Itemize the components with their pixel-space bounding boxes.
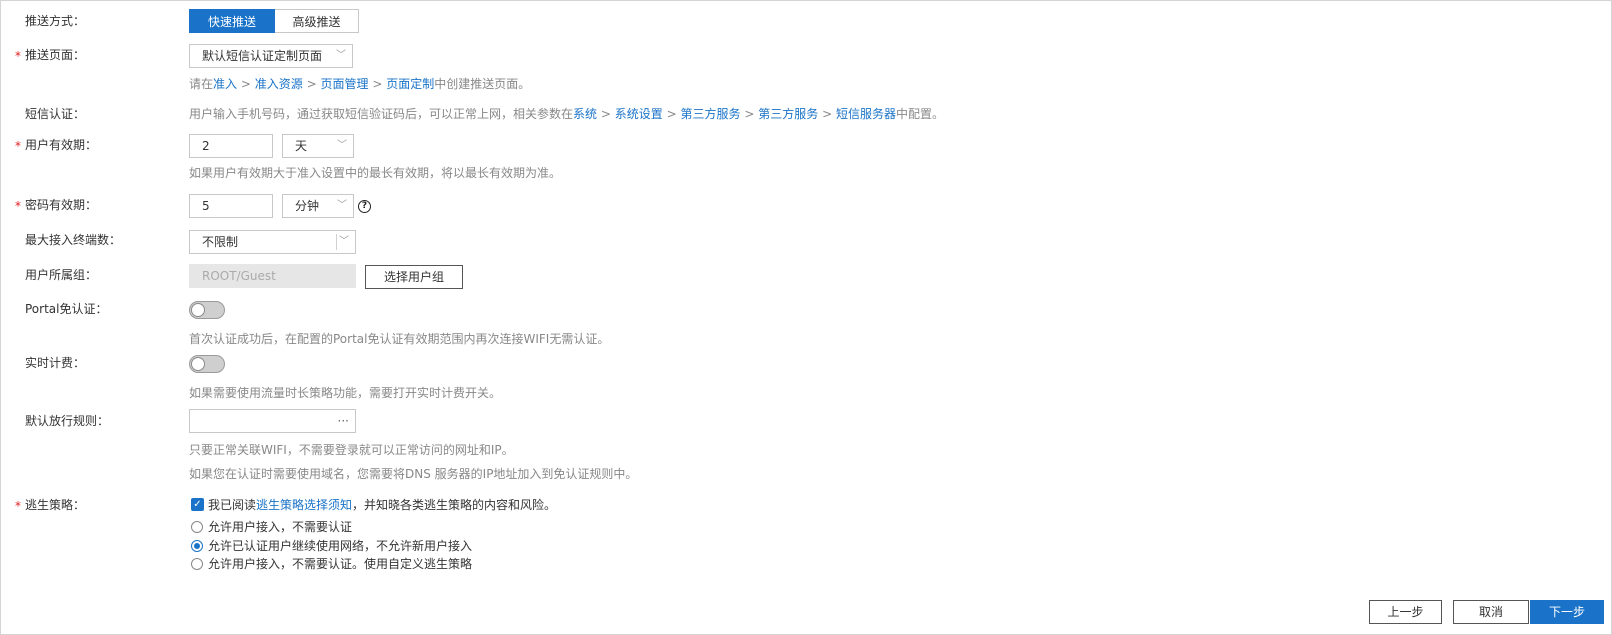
push-page-hint: 请在准入 > 准入资源 > 页面管理 > 页面定制中创建推送页面。 xyxy=(189,75,530,93)
chevron-down-icon: ﹀ xyxy=(337,200,347,211)
push-page-select[interactable]: 默认短信认证定制页面 ﹀ xyxy=(189,44,353,68)
user-validity-input[interactable]: 2 xyxy=(189,134,273,158)
required-mark: * xyxy=(15,49,21,63)
user-validity-unit-select[interactable]: 天 ﹀ xyxy=(282,134,354,158)
path-link-sms-server[interactable]: 短信服务器 xyxy=(836,107,896,121)
push-page-value: 默认短信认证定制页面 xyxy=(202,49,323,63)
default-release-rule-label: 默认放行规则： xyxy=(25,414,110,428)
escape-policy-agree-text: 我已阅读逃生策略选择须知，并知晓各类逃生策略的内容和风险。 xyxy=(208,496,556,514)
agree-text: 我已阅读 xyxy=(208,498,257,512)
push-method-quick-button[interactable]: 快速推送 xyxy=(189,9,275,33)
password-validity-unit-select[interactable]: 分钟 ﹀ xyxy=(282,194,354,218)
escape-policy-agree-checkbox[interactable]: ✓ xyxy=(191,498,204,511)
path-link-third-party-service[interactable]: 第三方服务 xyxy=(680,107,740,121)
required-mark: * xyxy=(15,199,21,213)
toggle-knob xyxy=(191,357,205,371)
escape-option-radio-2[interactable] xyxy=(191,558,203,570)
escape-policy-label: 逃生策略： xyxy=(25,498,86,512)
select-user-group-button[interactable]: 选择用户组 xyxy=(365,265,463,289)
help-icon[interactable]: ? xyxy=(358,200,371,213)
agree-text: ，并知晓各类逃生策略的内容和风险。 xyxy=(352,498,557,512)
path-separator: > xyxy=(666,107,677,121)
max-terminals-label: 最大接入终端数： xyxy=(25,233,122,247)
escape-option-label-2: 允许用户接入，不需要认证。使用自定义逃生策略 xyxy=(208,557,473,571)
password-validity-unit-value: 分钟 xyxy=(295,199,320,213)
sms-auth-label: 短信认证： xyxy=(25,107,86,121)
push-method-label: 推送方式： xyxy=(25,14,86,28)
user-validity-label: 用户有效期： xyxy=(25,138,98,152)
path-link-third-party-service[interactable]: 第三方服务 xyxy=(758,107,818,121)
path-separator: > xyxy=(306,77,317,91)
realtime-billing-hint: 如果需要使用流量时长策略功能，需要打开实时计费开关。 xyxy=(189,386,502,400)
path-separator: > xyxy=(822,107,833,121)
required-mark: * xyxy=(15,499,21,513)
more-icon[interactable]: ··· xyxy=(338,410,349,432)
select-divider xyxy=(336,234,337,250)
hint-text: 中创建推送页面。 xyxy=(434,77,531,91)
form-panel: 推送方式： 快速推送 高级推送 * 推送页面： 默认短信认证定制页面 ﹀ 请在准… xyxy=(0,0,1612,635)
path-separator: > xyxy=(744,107,755,121)
password-validity-label: 密码有效期： xyxy=(25,198,98,212)
default-release-rule-hint-2: 如果您在认证时需要使用域名，您需要将DNS 服务器的IP地址加入到免认证规则中。 xyxy=(189,467,638,481)
hint-text: 中配置。 xyxy=(895,107,944,121)
user-validity-hint: 如果用户有效期大于准入设置中的最长有效期，将以最长有效期为准。 xyxy=(189,166,562,180)
hint-text: 请在 xyxy=(189,77,214,91)
hint-text: 用户输入手机号码，通过获取短信验证码后，可以正常上网，相关参数在 xyxy=(189,107,574,121)
portal-free-auth-label: Portal免认证： xyxy=(25,302,108,316)
path-link-access-resources[interactable]: 准入资源 xyxy=(255,77,303,91)
push-method-advanced-button[interactable]: 高级推送 xyxy=(275,9,359,33)
sms-auth-hint: 用户输入手机号码，通过获取短信验证码后，可以正常上网，相关参数在系统 > 系统设… xyxy=(189,105,944,123)
path-link-page-management[interactable]: 页面管理 xyxy=(320,77,368,91)
portal-free-auth-toggle[interactable] xyxy=(189,301,225,319)
prev-step-button[interactable]: 上一步 xyxy=(1369,600,1442,624)
path-link-system[interactable]: 系统 xyxy=(573,107,597,121)
max-terminals-value: 不限制 xyxy=(202,235,239,249)
realtime-billing-label: 实时计费： xyxy=(25,356,86,370)
path-separator: > xyxy=(372,77,383,91)
max-terminals-select[interactable]: 不限制 ﹀ xyxy=(189,230,356,254)
chevron-down-icon: ﹀ xyxy=(339,236,349,247)
path-link-page-customization[interactable]: 页面定制 xyxy=(386,77,434,91)
user-group-label: 用户所属组： xyxy=(25,268,98,282)
password-validity-input[interactable]: 5 xyxy=(189,194,273,218)
path-link-access[interactable]: 准入 xyxy=(213,77,237,91)
cancel-button[interactable]: 取消 xyxy=(1453,600,1529,624)
user-group-input: ROOT/Guest xyxy=(189,264,356,288)
escape-option-label-1: 允许已认证用户继续使用网络，不允许新用户接入 xyxy=(208,539,473,553)
path-link-system-settings[interactable]: 系统设置 xyxy=(615,107,663,121)
push-method-segmented: 快速推送 高级推送 xyxy=(189,9,359,33)
chevron-down-icon: ﹀ xyxy=(336,50,346,61)
push-page-label: 推送页面： xyxy=(25,48,86,62)
path-separator: > xyxy=(600,107,611,121)
escape-policy-notice-link[interactable]: 逃生策略选择须知 xyxy=(256,498,352,512)
chevron-down-icon: ﹀ xyxy=(337,140,347,151)
default-release-rule-input[interactable]: ··· xyxy=(189,409,356,433)
escape-option-radio-1[interactable] xyxy=(191,540,203,552)
escape-option-radio-0[interactable] xyxy=(191,521,203,533)
realtime-billing-toggle[interactable] xyxy=(189,355,225,373)
default-release-rule-hint-1: 只要正常关联WIFI，不需要登录就可以正常访问的网址和IP。 xyxy=(189,443,514,457)
user-validity-unit-value: 天 xyxy=(295,139,308,153)
next-step-button[interactable]: 下一步 xyxy=(1530,600,1604,624)
required-mark: * xyxy=(15,139,21,153)
toggle-knob xyxy=(191,303,205,317)
path-separator: > xyxy=(240,77,251,91)
portal-free-auth-hint: 首次认证成功后，在配置的Portal免认证有效期范围内再次连接WIFI无需认证。 xyxy=(189,332,610,346)
escape-option-label-0: 允许用户接入，不需要认证 xyxy=(208,520,353,534)
